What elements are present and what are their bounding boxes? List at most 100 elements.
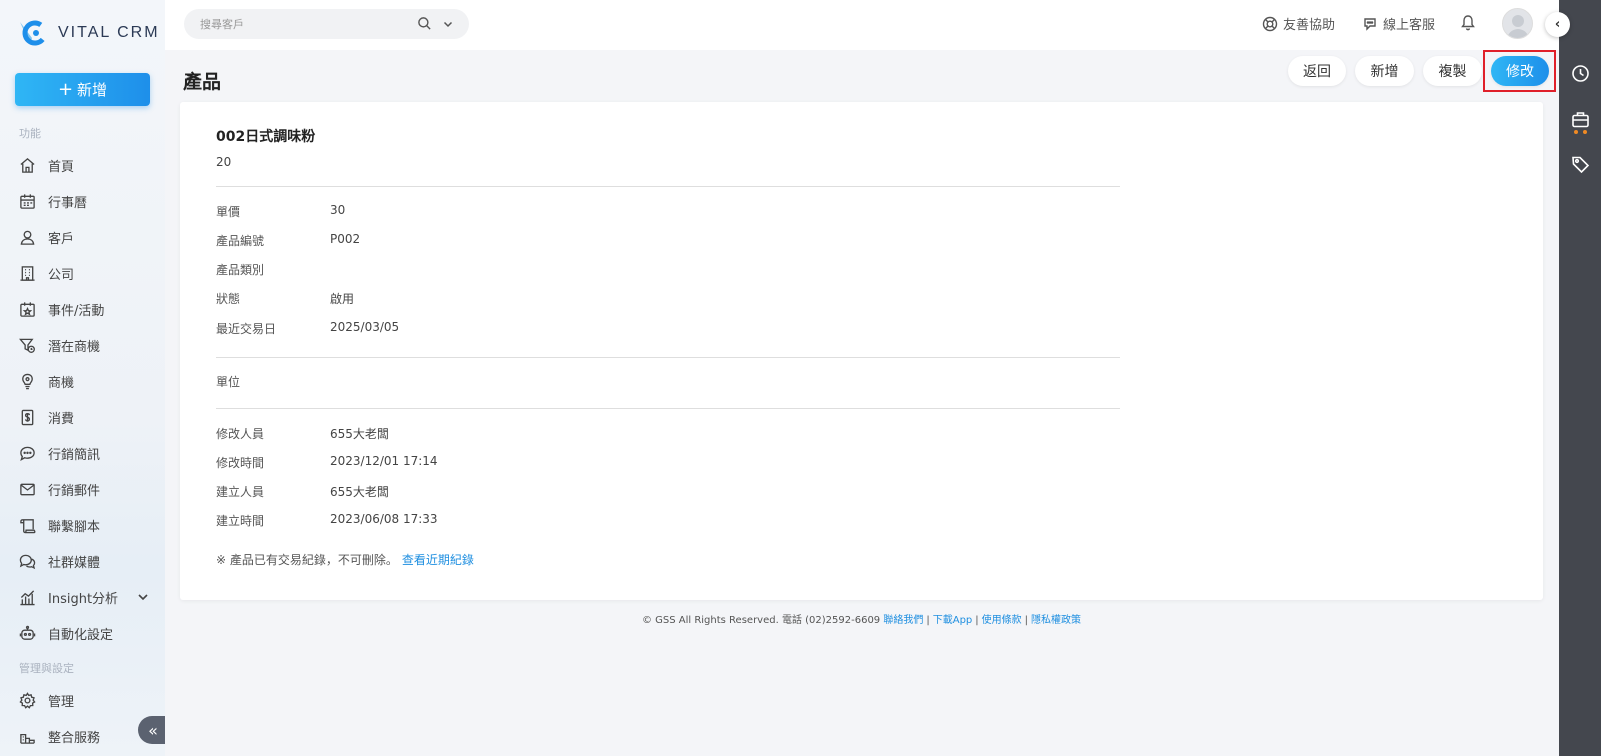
contact-link[interactable]: 聯絡我們: [883, 615, 923, 626]
plus-icon: +: [57, 79, 74, 100]
avatar[interactable]: [1502, 8, 1533, 39]
app-name: VITAL CRM: [58, 24, 160, 41]
gear-icon: [19, 691, 36, 709]
terms-link[interactable]: 使用條款: [982, 615, 1022, 626]
field-value: 655大老闆: [330, 427, 389, 441]
sidebar-item-label: 行銷郵件: [48, 483, 101, 499]
search-icon[interactable]: [417, 16, 432, 31]
sidebar-item-email[interactable]: 行銷郵件: [19, 478, 149, 500]
help-label: 友善協助: [1283, 18, 1336, 33]
logo[interactable]: VITAL CRM: [18, 18, 160, 48]
product-detail-card: 002日式調味粉 20 單價 30 產品編號 P002 產品類別 狀態 啟用 最…: [180, 102, 1543, 600]
search-box[interactable]: [184, 9, 469, 39]
field-value: 啟用: [330, 292, 355, 306]
sidebar-item-label: 首頁: [48, 159, 75, 175]
sidebar-item-event[interactable]: 事件/活動: [19, 298, 149, 320]
support-chat-icon: [1364, 17, 1376, 31]
field-row-unit: 單位: [216, 373, 330, 390]
field-label: 單價: [216, 205, 241, 219]
chevron-down-icon[interactable]: [137, 591, 149, 603]
sidebar-item-label: 商機: [48, 375, 75, 391]
sidebar-collapse-button[interactable]: «: [138, 716, 165, 744]
section-label-function: 功能: [19, 127, 41, 140]
user-icon: [20, 230, 35, 245]
chevron-down-icon[interactable]: [442, 18, 454, 30]
help-link[interactable]: 友善協助: [1262, 14, 1335, 33]
sidebar-item-customer[interactable]: 客戶: [19, 226, 149, 248]
audit-row-created-at: 建立時間 2023/06/08 17:33: [216, 512, 438, 529]
plug-icon: [20, 733, 35, 744]
section-label-admin: 管理與設定: [19, 662, 74, 675]
separator: |: [975, 615, 979, 626]
divider: [216, 408, 1120, 409]
privacy-link[interactable]: 隱私權政策: [1031, 615, 1081, 626]
page-title: 產品: [183, 71, 222, 93]
sidebar-item-opportunity[interactable]: 商機: [19, 370, 149, 392]
recent-records-link[interactable]: 查看近期紀錄: [402, 553, 474, 567]
calendar-icon: [20, 193, 35, 209]
sidebar-item-label: 客戶: [48, 231, 75, 247]
funnel-icon: [19, 338, 35, 353]
field-value: 30: [330, 203, 346, 217]
sidebar-item-calendar[interactable]: 行事曆: [19, 190, 149, 212]
support-link[interactable]: 線上客服: [1362, 14, 1435, 33]
bell-icon[interactable]: [1460, 14, 1476, 31]
double-chevron-left-icon: «: [148, 720, 158, 740]
new-button[interactable]: + 新增: [15, 73, 150, 106]
field-value: 2025/03/05: [330, 320, 400, 334]
sidebar-item-insight[interactable]: Insight分析: [19, 586, 149, 608]
field-row-last-trade: 最近交易日 2025/03/05: [216, 320, 399, 337]
tag-icon[interactable]: [1571, 155, 1590, 174]
field-label: 單位: [216, 375, 241, 389]
script-icon: [20, 518, 36, 533]
sidebar-item-lead[interactable]: 潛在商機: [19, 334, 149, 356]
sidebar-item-label: 自動化設定: [48, 627, 114, 643]
copyright-text: © GSS All Rights Reserved. 電話 (02)2592-6…: [641, 615, 881, 626]
field-value: 655大老闆: [330, 485, 389, 499]
new-button-label: 新增: [77, 81, 108, 99]
sidebar-item-label: 管理: [48, 694, 75, 710]
field-label: 產品編號: [216, 234, 265, 248]
download-app-link[interactable]: 下載App: [933, 615, 973, 626]
field-label: 最近交易日: [216, 322, 277, 336]
social-icon: [19, 554, 36, 569]
topbar: 友善協助 線上客服: [165, 0, 1559, 50]
sidebar-item-integration[interactable]: 整合服務: [19, 725, 149, 747]
home-icon: [20, 157, 35, 173]
avatar-body: [1507, 29, 1529, 38]
audit-row-created-by: 建立人員 655大老闆: [216, 483, 389, 500]
field-label: 產品類別: [216, 263, 265, 277]
divider: [216, 357, 1120, 358]
sidebar-item-label: 行事曆: [48, 195, 88, 211]
audit-row-modified-at: 修改時間 2023/12/01 17:14: [216, 454, 438, 471]
support-label: 線上客服: [1383, 18, 1436, 33]
sidebar-item-label: Insight分析: [48, 591, 119, 607]
sidebar-item-automation[interactable]: 自動化設定: [19, 622, 149, 644]
add-button[interactable]: 新增: [1355, 56, 1414, 86]
sidebar-item-social[interactable]: 社群媒體: [19, 550, 149, 572]
sidebar-item-home[interactable]: 首頁: [19, 154, 149, 176]
event-icon: [20, 301, 35, 317]
briefcase-icon[interactable]: [1571, 110, 1590, 129]
copy-button[interactable]: 複製: [1423, 56, 1482, 86]
clock-icon[interactable]: [1571, 64, 1590, 83]
sidebar-item-label: 社群媒體: [48, 555, 101, 571]
sidebar-item-label: 消費: [48, 411, 75, 427]
sidebar-item-script[interactable]: 聯繫腳本: [19, 514, 149, 536]
rail-notification-dots: [1574, 130, 1587, 134]
back-button[interactable]: 返回: [1288, 56, 1346, 86]
sidebar-item-admin[interactable]: 管理: [19, 689, 149, 711]
rail-toggle-button[interactable]: ‹: [1545, 12, 1570, 37]
sidebar-item-label: 整合服務: [48, 730, 101, 746]
building-icon: [20, 265, 35, 281]
delete-note-text: ※ 產品已有交易紀錄，不可刪除。: [216, 553, 398, 567]
vital-logo-icon: [20, 20, 48, 46]
field-row-code: 產品編號 P002: [216, 232, 360, 249]
edit-button-highlight: [1483, 50, 1556, 92]
sidebar-item-consumption[interactable]: 消費: [19, 406, 149, 428]
divider: [216, 186, 1120, 187]
sidebar-item-sms[interactable]: 行銷簡訊: [19, 442, 149, 464]
search-input[interactable]: [200, 17, 410, 31]
chat-icon: [20, 446, 35, 461]
sidebar-item-company[interactable]: 公司: [19, 262, 149, 284]
